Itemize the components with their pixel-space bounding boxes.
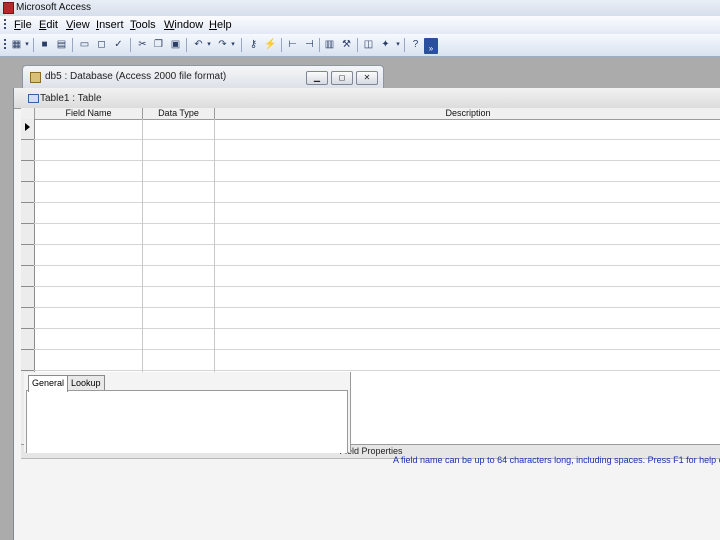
table-row bbox=[34, 265, 720, 266]
menu-file[interactable]: File bbox=[14, 19, 32, 31]
menu-view[interactable]: View bbox=[66, 19, 90, 31]
toolbar-separator bbox=[319, 38, 320, 52]
field-help-text: A field name can be up to 64 characters … bbox=[393, 455, 720, 465]
table-window-titlebar[interactable]: Table1 : Table bbox=[14, 88, 720, 109]
toolbar-separator bbox=[404, 38, 405, 52]
database-window-icon[interactable]: ◫ bbox=[362, 38, 375, 51]
cut-icon[interactable]: ✂ bbox=[136, 38, 149, 51]
menu-insert[interactable]: Insert bbox=[96, 19, 124, 31]
row-selector[interactable] bbox=[21, 308, 34, 329]
spelling-icon[interactable]: ✓ bbox=[112, 38, 125, 51]
row-selector[interactable] bbox=[21, 350, 34, 371]
toolbar: ▦ ▾ ■ ▤ ▭ ◻ ✓ ✂ ❐ ▣ ↶ ▾ ↷ ▾ ⚷ ⚡ ⊢ ⊣ ▥ ⚒ … bbox=[0, 34, 720, 57]
table-row bbox=[34, 244, 720, 245]
database-icon bbox=[30, 72, 41, 83]
table-row bbox=[34, 160, 720, 161]
toolbar-separator bbox=[241, 38, 242, 52]
indexes-icon[interactable]: ⚡ bbox=[264, 38, 277, 51]
insert-rows-icon[interactable]: ⊢ bbox=[286, 38, 299, 51]
database-window[interactable]: db5 : Database (Access 2000 file format)… bbox=[22, 65, 384, 89]
menu-help[interactable]: Help bbox=[209, 19, 232, 31]
menu-edit[interactable]: Edit bbox=[39, 19, 58, 31]
toolbar-grip[interactable] bbox=[4, 39, 6, 51]
access-app-icon bbox=[3, 2, 14, 14]
column-header-description[interactable]: Description bbox=[215, 108, 720, 119]
view-icon[interactable]: ▦ bbox=[10, 38, 23, 51]
table-row bbox=[34, 223, 720, 224]
toolbar-options-icon[interactable]: » bbox=[424, 38, 438, 54]
menubar-grip[interactable] bbox=[4, 19, 6, 31]
table-icon bbox=[28, 94, 39, 103]
app-title: Microsoft Access bbox=[16, 2, 92, 13]
redo-icon[interactable]: ↷ bbox=[216, 38, 229, 51]
tab-lookup[interactable]: Lookup bbox=[67, 375, 105, 391]
help-icon[interactable]: ? bbox=[409, 38, 422, 51]
database-window-title: db5 : Database (Access 2000 file format) bbox=[45, 71, 227, 82]
table-row bbox=[34, 307, 720, 308]
print-preview-icon[interactable]: ◻ bbox=[95, 38, 108, 51]
tab-general[interactable]: General bbox=[28, 375, 69, 392]
toolbar-separator bbox=[130, 38, 131, 52]
table-row bbox=[34, 286, 720, 287]
row-selector[interactable] bbox=[21, 161, 34, 182]
column-header-field-name[interactable]: Field Name bbox=[35, 108, 143, 119]
toolbar-separator bbox=[186, 38, 187, 52]
redo-dropdown-icon[interactable]: ▾ bbox=[230, 38, 236, 51]
table-row bbox=[34, 181, 720, 182]
restore-button[interactable]: ◻ bbox=[331, 71, 353, 85]
minimize-button[interactable]: ▁ bbox=[306, 71, 328, 85]
app-titlebar: Microsoft Access bbox=[0, 0, 720, 17]
primary-key-icon[interactable]: ⚷ bbox=[247, 38, 260, 51]
row-selector[interactable] bbox=[21, 203, 34, 224]
row-selector[interactable] bbox=[21, 287, 34, 308]
table-window-title: Table1 : Table bbox=[40, 93, 102, 104]
header-corner[interactable] bbox=[21, 108, 35, 119]
row-selector[interactable] bbox=[21, 140, 34, 161]
table-design-window: Table1 : Table Field Name Data Type Desc… bbox=[13, 88, 720, 540]
view-dropdown-icon[interactable]: ▾ bbox=[24, 38, 30, 51]
row-selector[interactable] bbox=[21, 329, 34, 350]
table-row bbox=[34, 328, 720, 329]
menu-window[interactable]: Window bbox=[164, 19, 203, 31]
current-record-arrow-icon bbox=[25, 123, 30, 131]
paste-icon[interactable]: ▣ bbox=[169, 38, 182, 51]
new-object-icon[interactable]: ✦ bbox=[379, 38, 392, 51]
table-row bbox=[34, 139, 720, 140]
menu-tools[interactable]: Tools bbox=[130, 19, 156, 31]
new-object-dropdown-icon[interactable]: ▾ bbox=[395, 38, 401, 51]
close-button[interactable]: ✕ bbox=[356, 71, 378, 85]
copy-icon[interactable]: ❐ bbox=[152, 38, 165, 51]
build-icon[interactable]: ⚒ bbox=[340, 38, 353, 51]
print-icon[interactable]: ▭ bbox=[78, 38, 91, 51]
column-header-data-type[interactable]: Data Type bbox=[143, 108, 215, 119]
row-selector[interactable] bbox=[21, 182, 34, 203]
properties-icon[interactable]: ▥ bbox=[323, 38, 336, 51]
file-search-icon[interactable]: ▤ bbox=[55, 38, 68, 51]
undo-dropdown-icon[interactable]: ▾ bbox=[206, 38, 212, 51]
row-selector[interactable] bbox=[21, 119, 34, 140]
undo-icon[interactable]: ↶ bbox=[192, 38, 205, 51]
grid-header: Field Name Data Type Description bbox=[21, 108, 720, 120]
table-row bbox=[34, 370, 720, 371]
menu-bar: File Edit View Insert Tools Window Help bbox=[0, 16, 720, 34]
save-icon[interactable]: ■ bbox=[38, 38, 51, 51]
row-selector[interactable] bbox=[21, 224, 34, 245]
field-properties-pane: General Lookup bbox=[24, 372, 351, 453]
toolbar-separator bbox=[281, 38, 282, 52]
toolbar-separator bbox=[357, 38, 358, 52]
table-row bbox=[34, 349, 720, 350]
properties-splitter[interactable] bbox=[350, 372, 351, 452]
table-row bbox=[34, 202, 720, 203]
row-selector[interactable] bbox=[21, 245, 34, 266]
toolbar-separator bbox=[72, 38, 73, 52]
general-tab-panel bbox=[26, 390, 348, 453]
delete-rows-icon[interactable]: ⊣ bbox=[303, 38, 316, 51]
row-selector[interactable] bbox=[21, 266, 34, 287]
toolbar-separator bbox=[33, 38, 34, 52]
